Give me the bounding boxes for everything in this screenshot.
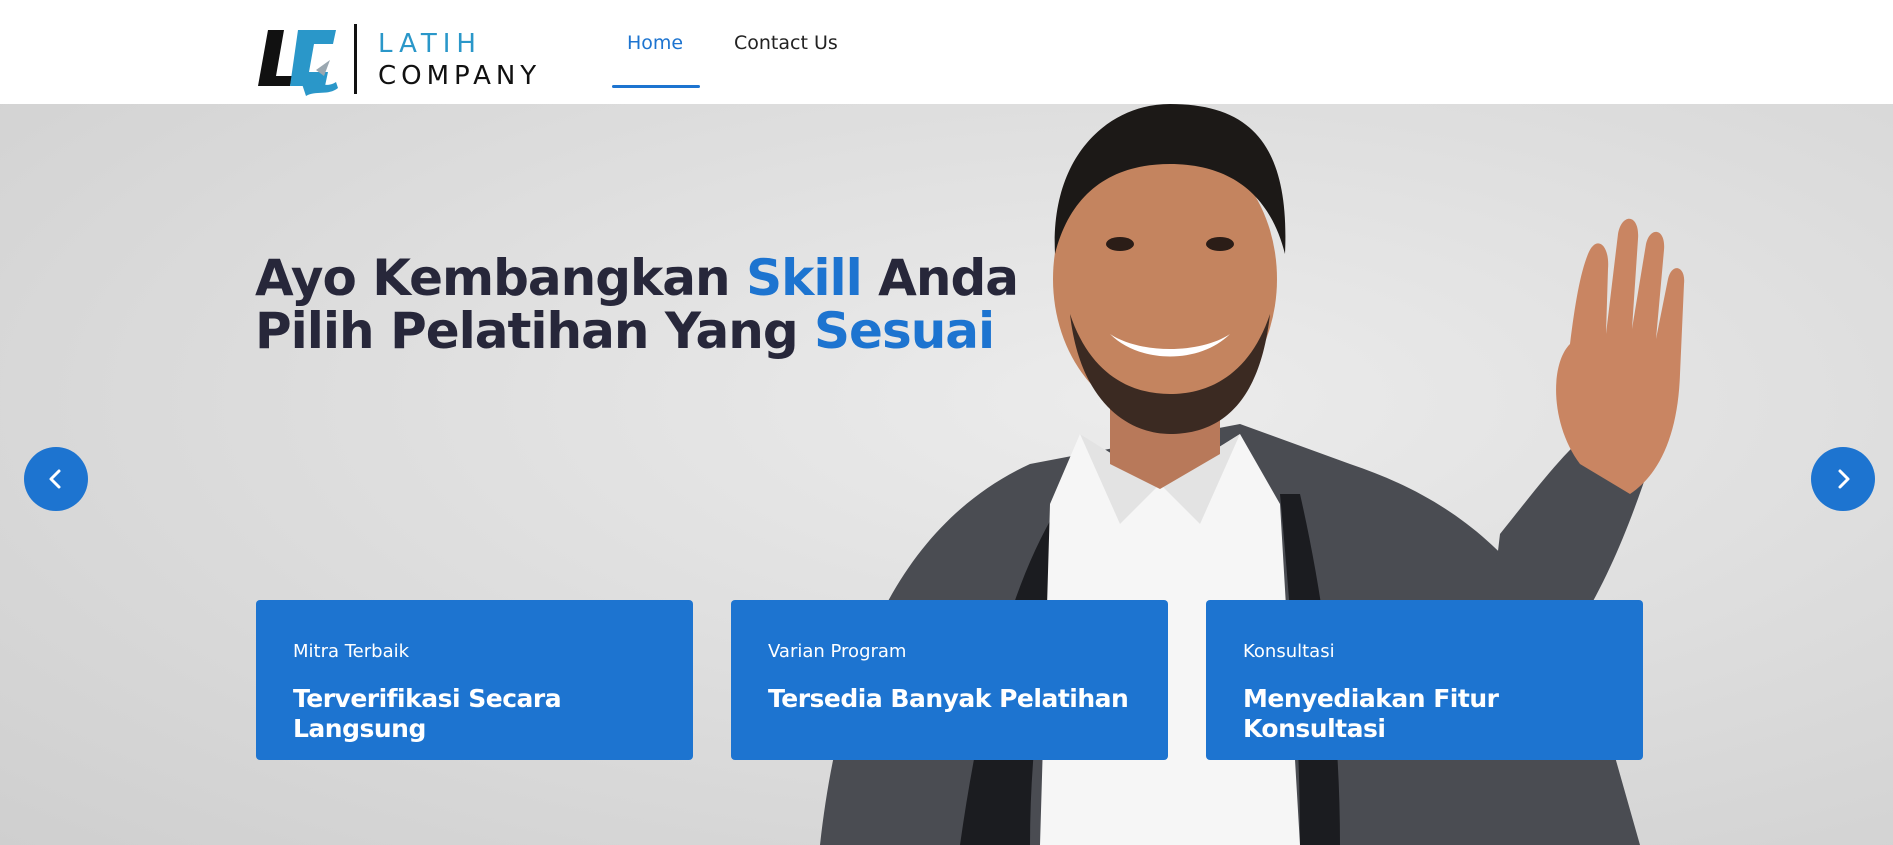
headline-accent-sesuai: Sesuai — [814, 302, 995, 360]
headline-line-1: Ayo Kembangkan Skill Anda — [255, 249, 1019, 307]
chevron-left-icon — [49, 469, 61, 489]
logo-line-1: LATIH — [378, 29, 482, 59]
site-header: LATIH COMPANY Home Contact Us — [0, 0, 1893, 104]
logo-mark-icon — [258, 30, 338, 96]
nav-home-link[interactable]: Home — [627, 32, 683, 54]
headline-line-1-text: Ayo Kembangkan — [255, 249, 747, 307]
headline-accent-skill: Skill — [746, 249, 863, 307]
slider-next-button[interactable] — [1811, 447, 1875, 511]
hero-headline: Ayo Kembangkan Skill Anda Pilih Pelatiha… — [255, 249, 1019, 360]
feature-card-title: Terverifikasi Secara Langsung — [293, 684, 562, 743]
headline-line-2: Pilih Pelatihan Yang Sesuai — [255, 302, 995, 360]
feature-card-konsultasi: Konsultasi Menyediakan Fitur Konsultasi — [1206, 600, 1643, 760]
logo-line-2: COMPANY — [378, 61, 542, 91]
feature-card-varian: Varian Program Tersedia Banyak Pelatihan — [731, 600, 1168, 760]
feature-card-title: Menyediakan Fitur Konsultasi — [1243, 684, 1499, 743]
slider-prev-button[interactable] — [24, 447, 88, 511]
feature-card-label: Konsultasi — [1243, 641, 1335, 662]
logo-wordmark: LATIH COMPANY — [378, 28, 541, 92]
feature-card-title: Tersedia Banyak Pelatihan — [768, 684, 1129, 713]
chevron-right-icon — [1838, 469, 1850, 489]
feature-card-mitra: Mitra Terbaik Terverifikasi Secara Langs… — [256, 600, 693, 760]
headline-line-2-text: Pilih Pelatihan Yang — [255, 302, 815, 360]
nav-contact-link[interactable]: Contact Us — [734, 32, 838, 54]
active-nav-indicator — [612, 85, 700, 88]
feature-card-label: Mitra Terbaik — [293, 641, 410, 662]
logo-divider — [354, 24, 357, 94]
feature-card-label: Varian Program — [768, 641, 907, 662]
company-logo[interactable]: LATIH COMPANY — [258, 22, 548, 102]
headline-line-1-end: Anda — [861, 249, 1019, 307]
